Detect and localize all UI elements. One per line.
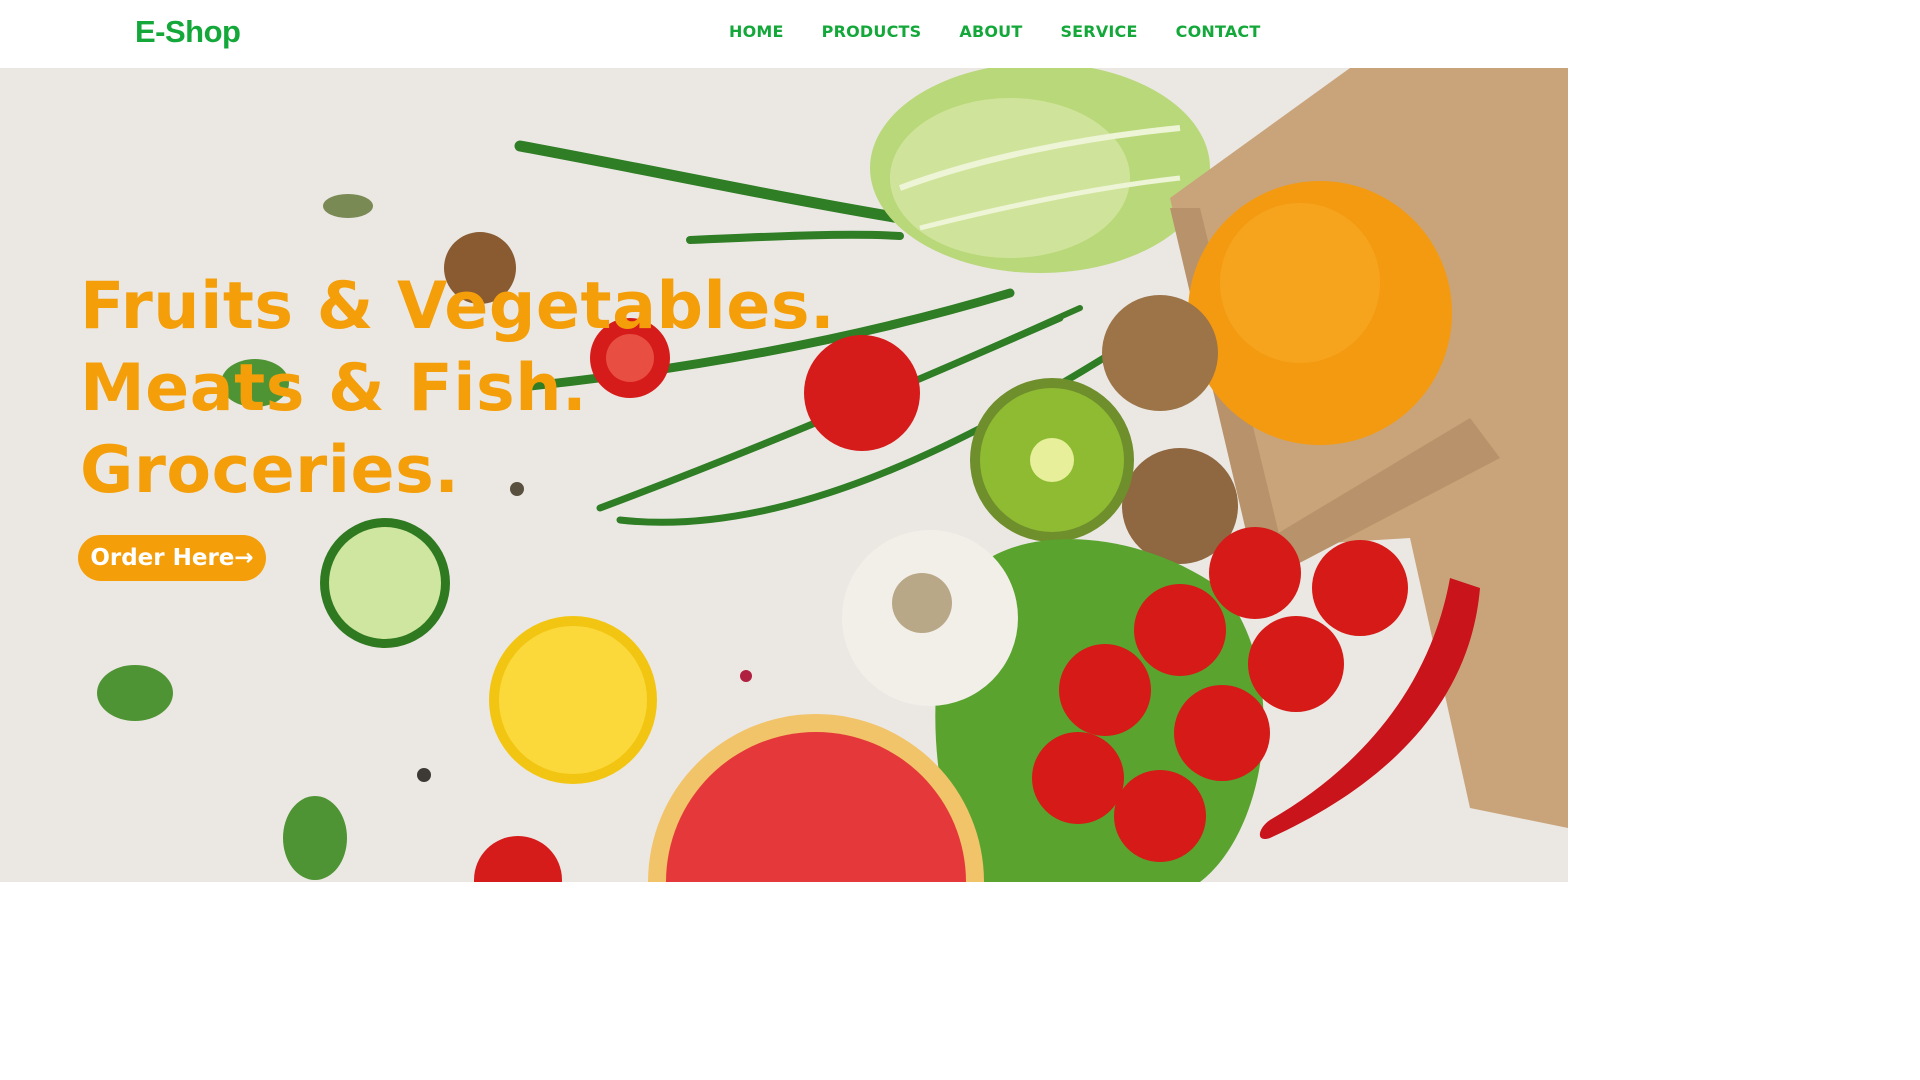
hero-banner: Fruits & Vegetables. Meats & Fish. Groce… [0,68,1568,882]
headline-line-3: Groceries. [80,433,460,508]
main-nav: HOME PRODUCTS ABOUT SERVICE CONTACT [710,22,1280,41]
nav-about-link[interactable]: ABOUT [940,22,1041,41]
headline-line-1: Fruits & Vegetables. [80,269,836,344]
nav-home-link[interactable]: HOME [710,22,803,41]
hero-headline: Fruits & Vegetables. Meats & Fish. Groce… [80,266,835,512]
nav-contact-link[interactable]: CONTACT [1157,22,1280,41]
site-logo[interactable]: E-Shop [135,14,241,50]
nav-service-link[interactable]: SERVICE [1041,22,1156,41]
headline-line-2: Meats & Fish. [80,351,588,426]
order-here-button[interactable]: Order Here→ [78,535,266,581]
nav-products-link[interactable]: PRODUCTS [803,22,941,41]
top-navbar: E-Shop HOME PRODUCTS ABOUT SERVICE CONTA… [0,0,1568,68]
